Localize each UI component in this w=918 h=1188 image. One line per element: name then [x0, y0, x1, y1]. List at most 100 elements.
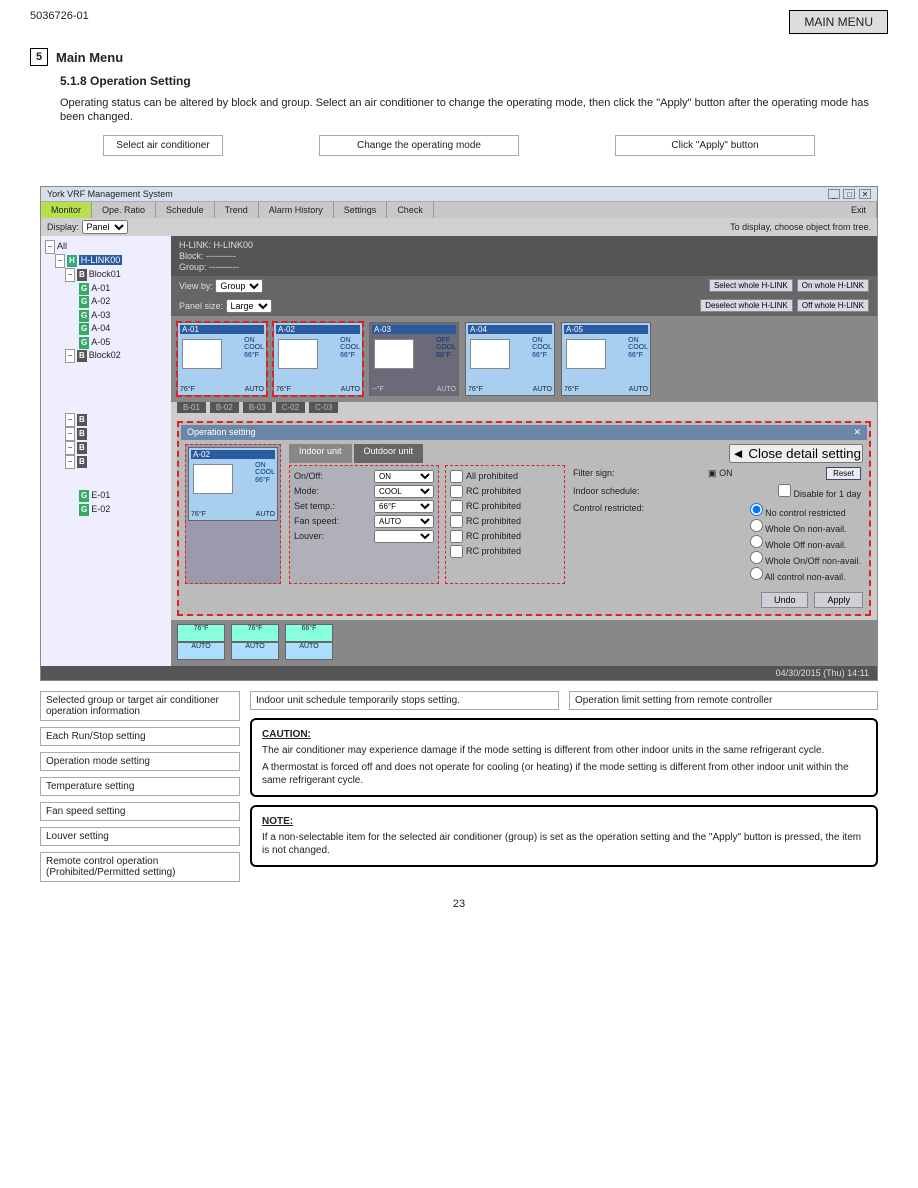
reset-button[interactable]: Reset	[826, 467, 861, 480]
note-text: If a non-selectable item for the selecte…	[262, 831, 866, 857]
op-close-icon[interactable]: ✕	[853, 427, 861, 438]
tree-group[interactable]: GE-01	[45, 489, 167, 503]
onoff-select[interactable]: ON	[374, 470, 434, 483]
tab-check[interactable]: Check	[387, 202, 434, 218]
callout-change: Change the operating mode	[319, 135, 519, 156]
display-hint: To display, choose object from tree.	[730, 222, 871, 232]
maximize-button[interactable]: □	[843, 189, 855, 199]
check-rc-prohibited[interactable]: RC prohibited	[450, 500, 560, 513]
op-footer: Undo Apply	[181, 588, 867, 612]
tab-schedule[interactable]: Schedule	[156, 202, 215, 218]
on-whole-hlink-button[interactable]: On whole H-LINK	[797, 279, 869, 292]
tab-monitor[interactable]: Monitor	[41, 202, 92, 218]
check-all-prohibited[interactable]: All prohibited	[450, 470, 560, 483]
caution-title: CAUTION:	[262, 728, 866, 741]
filter-icon: ▣	[708, 468, 717, 478]
tab-exit[interactable]: Exit	[841, 202, 877, 218]
check-rc-prohibited[interactable]: RC prohibited	[450, 485, 560, 498]
subtab-indoor[interactable]: Indoor unit	[289, 444, 352, 463]
tree-b[interactable]: −B	[45, 413, 167, 427]
tree-group[interactable]: GE-02	[45, 503, 167, 517]
radio-all-control-na[interactable]: All control non-avail.	[750, 567, 861, 582]
tree-group[interactable]: GA-01	[45, 282, 167, 296]
display-label: Display:	[47, 222, 79, 232]
check-rc-prohibited[interactable]: RC prohibited	[450, 530, 560, 543]
tree-group[interactable]: GA-02	[45, 295, 167, 309]
tree-group[interactable]: GA-03	[45, 309, 167, 323]
unit-tile[interactable]: A-03 OFFCOOL66°F --°FAUTO	[369, 322, 459, 396]
unit-tile[interactable]: A-04 ONCOOL66°F 76°FAUTO	[465, 322, 555, 396]
disable-1day-checkbox[interactable]: Disable for 1 day	[778, 484, 861, 499]
section-number: 5	[30, 48, 48, 66]
window-buttons: _ □ ✕	[827, 189, 871, 199]
radio-whole-off-na[interactable]: Whole Off non-avail.	[750, 535, 861, 550]
note-box: NOTE: If a non-selectable item for the s…	[250, 805, 878, 867]
deselect-whole-hlink-button[interactable]: Deselect whole H-LINK	[700, 299, 793, 312]
section-row: 5 Main Menu	[0, 44, 918, 70]
unit-tile[interactable]: A-05 ONCOOL66°F 76°FAUTO	[561, 322, 651, 396]
radio-no-restrict[interactable]: No control restricted	[750, 503, 861, 518]
selected-unit-tile: A-02 ONCOOL66°F 76°FAUTO	[188, 447, 278, 521]
window-titlebar: York VRF Management System _ □ ✕	[41, 187, 877, 202]
op-right-col: Filter sign: ▣ ON Reset Indoor schedule:…	[571, 465, 863, 584]
tree-block01[interactable]: −BBlock01	[45, 268, 167, 282]
close-button[interactable]: ✕	[859, 189, 871, 199]
control-row-2: Panel size: Large Deselect whole H-LINK …	[171, 296, 877, 316]
mini-tile[interactable]: 76°FAUTO	[177, 624, 225, 662]
settemp-label: Set temp.:	[294, 501, 335, 511]
page-header: 5036726-01 MAIN MENU	[0, 0, 918, 44]
operation-panel: Operation setting ✕ A-02 ONCOOL66°F 76°F…	[177, 421, 871, 616]
apply-button[interactable]: Apply	[814, 592, 863, 608]
tab-alarm-history[interactable]: Alarm History	[259, 202, 334, 218]
fan-label: Fan speed:	[294, 516, 339, 526]
off-whole-hlink-button[interactable]: Off whole H-LINK	[797, 299, 869, 312]
unit-icon	[374, 339, 414, 369]
subtab-outdoor[interactable]: Outdoor unit	[354, 444, 424, 463]
onoff-label: On/Off:	[294, 471, 323, 481]
unit-icon	[566, 339, 606, 369]
callout-op-mode: Operation mode setting	[40, 752, 240, 771]
tree-b[interactable]: −B	[45, 455, 167, 469]
undo-button[interactable]: Undo	[761, 592, 809, 608]
tab-trend[interactable]: Trend	[215, 202, 259, 218]
mode-label: Mode:	[294, 486, 319, 496]
fan-select[interactable]: AUTO	[374, 515, 434, 528]
main-area: H-LINK: H-LINK00 Block: ---------- Group…	[171, 236, 877, 666]
op-checklist: All prohibited RC prohibited RC prohibit…	[445, 465, 565, 584]
viewby-select[interactable]: Group	[215, 279, 263, 293]
main-tabs: Monitor Ope. Ratio Schedule Trend Alarm …	[41, 202, 877, 218]
tree-root[interactable]: −All	[45, 240, 167, 254]
tree-b[interactable]: −B	[45, 427, 167, 441]
check-rc-prohibited[interactable]: RC prohibited	[450, 545, 560, 558]
close-detail-button[interactable]: ◄ Close detail setting	[729, 444, 863, 463]
check-rc-prohibited[interactable]: RC prohibited	[450, 515, 560, 528]
caution-box: CAUTION: The air conditioner may experie…	[250, 718, 878, 797]
tree-block02[interactable]: −BBlock02	[45, 349, 167, 363]
mode-select[interactable]: COOL	[374, 485, 434, 498]
minimize-button[interactable]: _	[828, 189, 840, 199]
op-subtabs: Indoor unit Outdoor unit ◄ Close detail …	[289, 444, 863, 463]
top-callouts: Select air conditioner Change the operat…	[0, 131, 918, 158]
tree-group[interactable]: GA-04	[45, 322, 167, 336]
callout-rc-prohibited: Remote control operation (Prohibited/Per…	[40, 852, 240, 882]
mini-tile[interactable]: 66°FAUTO	[285, 624, 333, 662]
unit-tile[interactable]: A-01 ONCOOL66°F 76°FAUTO	[177, 322, 267, 396]
tree-group[interactable]: GA-05	[45, 336, 167, 350]
unit-icon	[470, 339, 510, 369]
panelsize-select[interactable]: Large	[226, 299, 272, 313]
radio-whole-on-na[interactable]: Whole On non-avail.	[750, 519, 861, 534]
display-select[interactable]: Panel	[82, 220, 128, 234]
tree-view[interactable]: −All −HH-LINK00 −BBlock01 GA-01 GA-02 GA…	[41, 236, 171, 666]
tab-ope-ratio[interactable]: Ope. Ratio	[92, 202, 156, 218]
display-bar: Display: Panel To display, choose object…	[41, 218, 877, 236]
mini-tile[interactable]: 76°FAUTO	[231, 624, 279, 662]
tree-hlink[interactable]: −HH-LINK00	[45, 254, 167, 268]
unit-tile[interactable]: A-02 ONCOOL66°F 76°FAUTO	[273, 322, 363, 396]
radio-whole-onoff-na[interactable]: Whole On/Off non-avail.	[750, 551, 861, 566]
tab-settings[interactable]: Settings	[334, 202, 388, 218]
select-whole-hlink-button[interactable]: Select whole H-LINK	[709, 279, 793, 292]
filter-label: Filter sign:	[573, 468, 615, 478]
louver-select[interactable]	[374, 530, 434, 543]
tree-b[interactable]: −B	[45, 441, 167, 455]
settemp-select[interactable]: 66°F	[374, 500, 434, 513]
